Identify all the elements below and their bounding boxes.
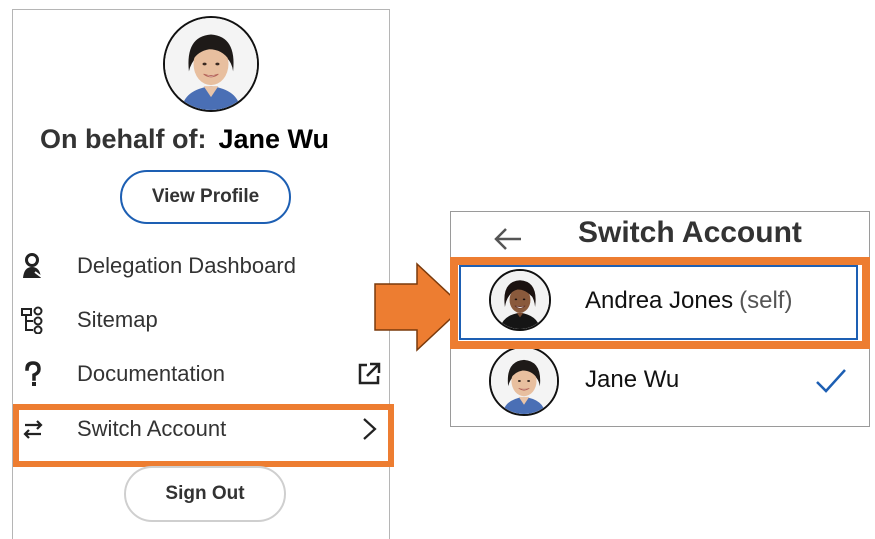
chevron-right-icon <box>356 416 382 442</box>
self-tag: (self) <box>739 287 793 314</box>
checkmark-icon <box>815 366 847 396</box>
menu-item-sitemap[interactable]: Sitemap <box>13 296 390 344</box>
delegator-name: Jane Wu <box>218 124 330 154</box>
switch-account-panel: Switch Account Andrea Jones (self) Jane … <box>450 211 870 427</box>
menu-item-delegation-dashboard[interactable]: Delegation Dashboard <box>13 242 390 290</box>
sign-out-button[interactable]: Sign Out <box>124 466 286 522</box>
menu-item-switch-account[interactable]: Switch Account <box>13 405 390 453</box>
menu-item-label: Switch Account <box>77 416 227 441</box>
switch-account-title: Switch Account <box>578 216 802 249</box>
account-name: Andrea Jones (self) <box>585 287 792 315</box>
menu-item-label: Delegation Dashboard <box>77 253 296 278</box>
account-row-andrea-jones[interactable]: Andrea Jones (self) <box>451 264 869 334</box>
person-icon <box>19 252 47 280</box>
avatar <box>489 346 559 416</box>
avatar <box>489 269 551 331</box>
account-row-jane-wu[interactable]: Jane Wu <box>451 346 869 416</box>
on-behalf-of-label: On behalf of: <box>40 124 207 154</box>
account-name: Jane Wu <box>585 366 680 393</box>
external-link-icon <box>356 361 382 387</box>
question-icon <box>19 360 47 388</box>
menu-item-label: Documentation <box>77 361 225 386</box>
switch-arrows-icon <box>19 415 47 443</box>
on-behalf-of-heading: On behalf of: Jane Wu <box>40 124 329 155</box>
profile-avatar <box>163 16 259 112</box>
sitemap-icon <box>19 306 47 335</box>
menu-item-documentation[interactable]: Documentation <box>13 350 390 398</box>
back-arrow-icon[interactable] <box>491 222 525 256</box>
view-profile-button[interactable]: View Profile <box>120 170 291 224</box>
account-name-text: Andrea Jones <box>585 287 734 314</box>
menu-item-label: Sitemap <box>77 307 158 332</box>
